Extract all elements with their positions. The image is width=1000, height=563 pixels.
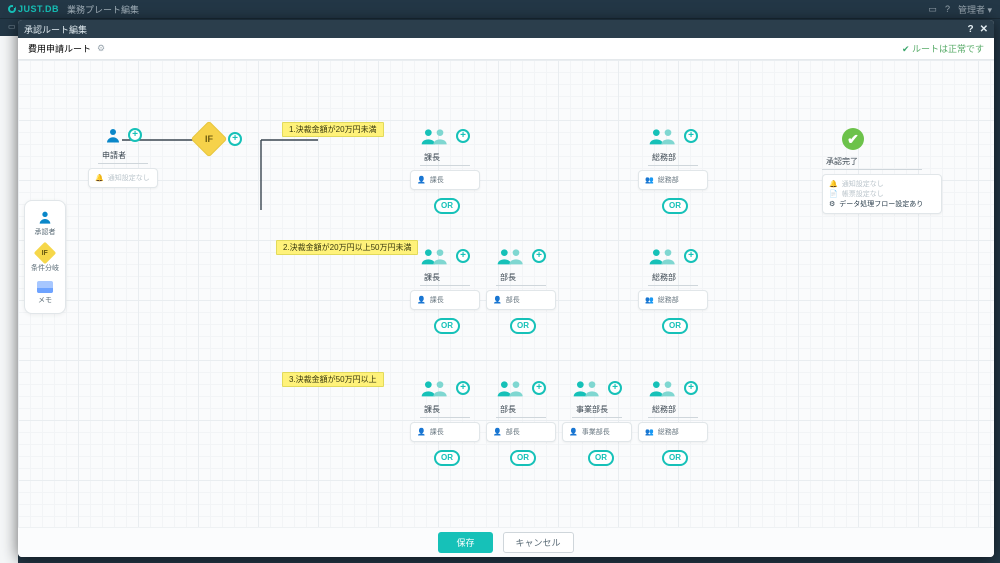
add-node-button[interactable]: + [684,249,698,263]
group-icon [572,378,602,398]
palette-condition[interactable]: IF 条件分岐 [31,245,59,273]
route-name: 費用申請ルート [28,42,91,55]
node-approver-r1-kacho[interactable]: + 課長 👤課長 [410,126,480,190]
group-icon [420,246,450,266]
modal-help-icon[interactable]: ? [968,24,974,35]
group-icon [420,378,450,398]
node-label: 承認完了 [822,156,922,170]
modal-subheader: 費用申請ルート ⚙ ルートは正常です [18,38,994,60]
cancel-button[interactable]: キャンセル [503,532,574,553]
condition-tag-2[interactable]: 2.決裁金額が20万円以上50万円未満 [276,240,418,255]
node-approver-r2-bucho[interactable]: + 部長 👤部長 [486,246,556,310]
check-icon: ✔ [842,128,864,150]
condition-tag-3[interactable]: 3.決裁金額が50万円以上 [282,372,384,387]
node-approver-r3-jigyobucho[interactable]: + 事業部長 👤事業部長 [562,378,632,442]
memo-icon [37,281,53,293]
or-badge: OR [662,318,688,334]
bell-icon: 🔔 [95,174,104,182]
group-icon [420,126,450,146]
user-menu[interactable]: 管理者 ▾ [958,3,992,16]
or-badge: OR [588,450,614,466]
node-approver-r2-kacho[interactable]: + 課長 👤課長 [410,246,480,310]
route-settings-icon[interactable]: ⚙ [97,43,105,54]
add-node-button[interactable]: + [532,381,546,395]
add-node-button[interactable]: + [608,381,622,395]
condition-tag-1[interactable]: 1.決裁金額が20万円未満 [282,122,384,137]
save-button[interactable]: 保存 [438,532,492,553]
palette-memo[interactable]: メモ [37,281,53,305]
help-icon[interactable]: ? [945,4,950,14]
messages-icon[interactable]: ▭ [928,4,937,15]
group-icon [496,378,526,398]
node-approver-r3-bucho[interactable]: + 部長 👤部長 [486,378,556,442]
node-label: 総務部 [648,152,698,166]
add-node-button[interactable]: + [456,249,470,263]
add-node-button[interactable]: + [456,129,470,143]
node-approver-r1-somu[interactable]: + 総務部 👥総務部 [638,126,708,190]
background-panel [0,36,18,563]
app-topbar: JUST.DB 業務プレート編集 ▭ ? 管理者 ▾ [0,0,1000,18]
add-node-button[interactable]: + [128,128,142,142]
node-detail: 🔔通知設定なし [88,168,158,188]
group-icon [648,126,678,146]
app-logo: JUST.DB [8,4,59,14]
add-node-button[interactable]: + [532,249,546,263]
group-icon [648,246,678,266]
or-badge: OR [434,198,460,214]
modal-title: 承認ルート編集 [24,23,87,36]
node-palette: 承認者 IF 条件分岐 メモ [24,200,66,314]
node-decision[interactable]: IF + [196,126,242,152]
or-badge: OR [510,450,536,466]
route-editor-modal: 承認ルート編集 ? ✕ 費用申請ルート ⚙ ルートは正常です 承認者 IF 条件… [18,20,994,557]
connectors [18,60,318,210]
route-status: ルートは正常です [902,42,984,55]
node-complete[interactable]: ✔ 承認完了 🔔通知設定なし 📄帳票設定なし ⚙データ処理フロー設定あり [822,128,942,214]
or-badge: OR [510,318,536,334]
canvas[interactable]: 承認者 IF 条件分岐 メモ [18,60,994,527]
or-badge: OR [434,318,460,334]
person-icon [37,209,53,225]
node-applicant[interactable]: + 申請者 🔔通知設定なし [88,126,158,188]
node-approver-r2-somu[interactable]: + 総務部 👥総務部 [638,246,708,310]
modal-close-icon[interactable]: ✕ [980,24,988,35]
or-badge: OR [434,450,460,466]
diamond-icon: IF [34,242,57,265]
or-badge: OR [662,198,688,214]
diamond-icon: IF [191,121,228,158]
palette-approver[interactable]: 承認者 [35,209,56,237]
document-icon: 📄 [829,190,838,198]
or-badge: OR [662,450,688,466]
add-node-button[interactable]: + [228,132,242,146]
node-approver-r3-somu[interactable]: + 総務部 👥総務部 [638,378,708,442]
flow-icon: ⚙ [829,200,835,208]
modal-header: 承認ルート編集 ? ✕ [18,20,994,38]
modal-footer: 保存 キャンセル [18,527,994,557]
group-icon [648,378,678,398]
group-icon [496,246,526,266]
add-node-button[interactable]: + [684,381,698,395]
node-approver-r3-kacho[interactable]: + 課長 👤課長 [410,378,480,442]
node-label: 課長 [420,152,470,166]
add-node-button[interactable]: + [684,129,698,143]
bell-icon: 🔔 [829,180,838,188]
add-node-button[interactable]: + [456,381,470,395]
person-icon [104,126,122,144]
app-section-title: 業務プレート編集 [67,3,139,16]
node-label: 申請者 [98,150,148,164]
